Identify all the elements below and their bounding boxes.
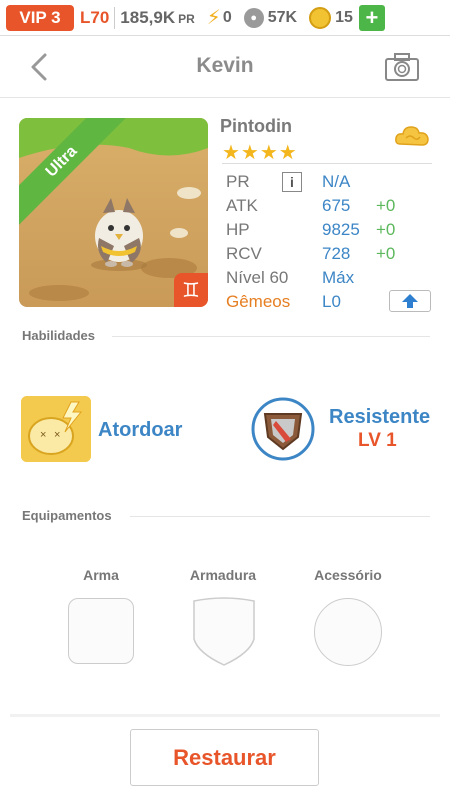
accessory-label: Acessório [314, 567, 382, 583]
gemini-label[interactable]: Gêmeos [226, 292, 322, 312]
energy-value: 0 [222, 8, 232, 26]
weapon-slot[interactable] [68, 598, 134, 664]
armor-label: Armadura [189, 567, 257, 583]
stat-row-hp: HP 9825 +0 [226, 218, 395, 242]
divider [114, 6, 116, 29]
hp-label: HP [226, 220, 250, 239]
active-skill-name[interactable]: Atordoar [98, 419, 182, 442]
level-label: Nível 60 [226, 268, 289, 287]
lightning-icon: ⚡ [206, 7, 221, 29]
header: Kevin [0, 36, 450, 98]
svg-text:×: × [40, 429, 46, 441]
rcv-bonus: +0 [376, 244, 396, 263]
accessory-slot[interactable] [314, 598, 382, 666]
pet-portrait[interactable]: Ultra ♊ [19, 118, 208, 307]
passive-skill-level: LV 1 [358, 430, 397, 451]
restore-button[interactable]: Restaurar [130, 729, 319, 786]
star-rating: ★★★★ [222, 142, 298, 164]
status-bar: VIP 3 L70 185,9K PR ⚡ 0 ● 57K 15 + [0, 0, 450, 36]
stat-row-pr: PR i N/A [226, 170, 395, 194]
paw-icon: ● [243, 7, 264, 28]
add-currency-button[interactable]: + [358, 4, 385, 31]
vip-badge[interactable]: VIP 3 [6, 4, 74, 31]
pet-name: Pintodin [220, 116, 292, 136]
divider [112, 336, 430, 337]
stats-table: PR i N/A ATK 675 +0 HP 9825 +0 RCV 728 +… [226, 170, 395, 314]
zodiac-gemini-icon: ♊ [174, 273, 208, 307]
equipment-section-title: Equipamentos [22, 508, 112, 523]
skills-section-title: Habilidades [22, 328, 95, 343]
passive-skill-name[interactable]: Resistente [329, 406, 430, 429]
atk-label: ATK [226, 196, 258, 215]
atk-value: 675 [322, 196, 351, 215]
cloud-element-icon [395, 126, 429, 146]
stat-row-level: Nível 60 Máx [226, 266, 395, 290]
stat-row-atk: ATK 675 +0 [226, 194, 395, 218]
svg-text:×: × [54, 429, 60, 441]
coin-icon [309, 6, 332, 29]
power-unit: PR [178, 11, 195, 26]
resistant-skill-icon[interactable] [251, 397, 315, 461]
coin-counter[interactable]: 15 [309, 6, 353, 29]
stat-row-gemini: Gêmeos L0 [226, 290, 395, 314]
hp-bonus: +0 [376, 220, 396, 239]
paw-counter[interactable]: ● 57K [243, 7, 298, 28]
energy-counter[interactable]: ⚡ 0 [207, 5, 232, 30]
atk-bonus: +0 [376, 196, 396, 215]
hp-value: 9825 [322, 220, 360, 239]
power-rating: 185,9K PR [120, 8, 195, 28]
camera-icon[interactable] [384, 52, 420, 82]
power-value: 185,9K [120, 7, 176, 27]
stat-row-rcv: RCV 728 +0 [226, 242, 395, 266]
coin-value: 15 [335, 8, 353, 26]
player-level: L70 [80, 7, 110, 27]
stun-icon: × × [21, 396, 91, 462]
arrow-up-icon [402, 294, 418, 308]
weapon-label: Arma [83, 567, 119, 583]
rcv-value: 728 [322, 244, 351, 263]
page-title: Kevin [196, 54, 254, 77]
armor-slot[interactable] [192, 597, 256, 667]
level-value: Máx [322, 268, 355, 287]
stun-skill-icon[interactable]: × × [21, 396, 91, 462]
paw-value: 57K [267, 8, 298, 26]
pr-value: N/A [322, 172, 351, 191]
gemini-value: L0 [322, 292, 341, 311]
divider [10, 714, 440, 717]
divider [222, 163, 432, 164]
rcv-label: RCV [226, 244, 262, 263]
info-icon[interactable]: i [282, 172, 302, 192]
upgrade-button[interactable] [389, 290, 431, 312]
pr-label: PR [226, 172, 250, 191]
divider [130, 516, 430, 517]
